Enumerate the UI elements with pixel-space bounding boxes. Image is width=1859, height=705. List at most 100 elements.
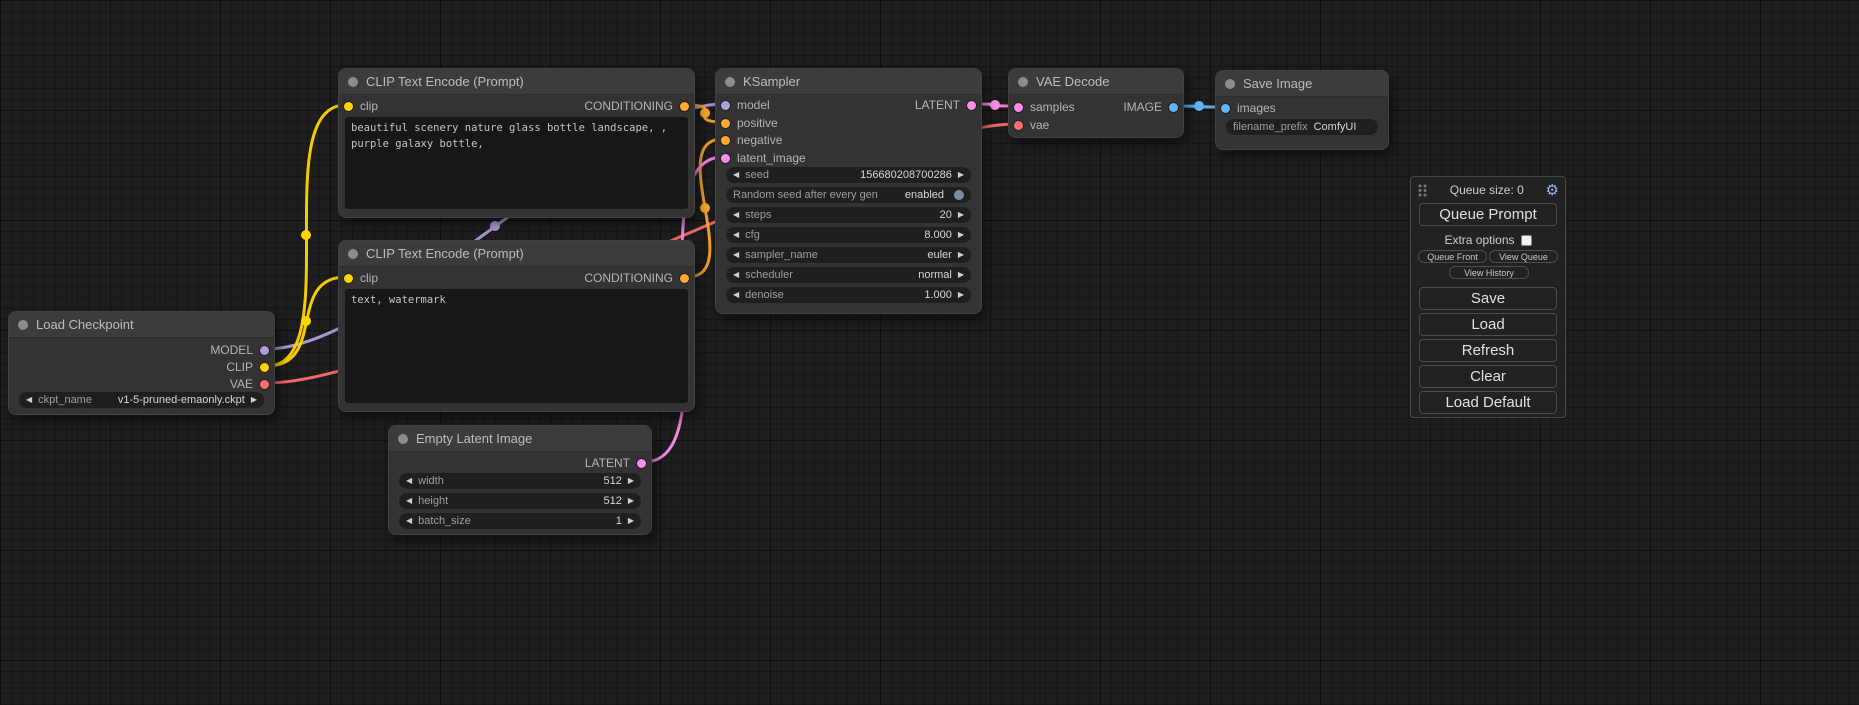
input-dot-negative[interactable] <box>721 136 730 145</box>
save-button[interactable]: Save <box>1419 287 1557 310</box>
output-dot-latent[interactable] <box>967 101 976 110</box>
widget-label: batch_size <box>418 515 471 527</box>
increment-arrow-icon[interactable]: ▶ <box>628 477 634 485</box>
input-slot-clip[interactable]: clip <box>344 270 378 286</box>
output-slot-image[interactable]: IMAGE <box>1123 99 1178 115</box>
output-slot-latent[interactable]: LATENT <box>585 455 646 471</box>
input-slot-positive[interactable]: positive <box>721 115 778 131</box>
input-dot-latent-image[interactable] <box>721 154 730 163</box>
widget-denoise[interactable]: ◀ denoise 1.000 ▶ <box>726 287 971 303</box>
prompt-textarea[interactable]: beautiful scenery nature glass bottle la… <box>345 117 688 209</box>
output-slot-latent[interactable]: LATENT <box>915 97 976 113</box>
decrement-arrow-icon[interactable]: ◀ <box>406 477 412 485</box>
queue-prompt-button[interactable]: Queue Prompt <box>1419 203 1557 226</box>
output-slot-conditioning[interactable]: CONDITIONING <box>584 98 689 114</box>
prev-arrow-icon[interactable]: ◀ <box>733 271 739 279</box>
widget-scheduler[interactable]: ◀ scheduler normal ▶ <box>726 267 971 283</box>
collapse-dot[interactable] <box>18 320 28 330</box>
output-dot-image[interactable] <box>1169 103 1178 112</box>
decrement-arrow-icon[interactable]: ◀ <box>733 291 739 299</box>
increment-arrow-icon[interactable]: ▶ <box>628 517 634 525</box>
input-slot-images[interactable]: images <box>1221 100 1276 116</box>
output-dot-conditioning[interactable] <box>680 102 689 111</box>
increment-arrow-icon[interactable]: ▶ <box>958 211 964 219</box>
input-dot-images[interactable] <box>1221 104 1230 113</box>
input-dot-positive[interactable] <box>721 119 730 128</box>
increment-arrow-icon[interactable]: ▶ <box>958 231 964 239</box>
node-ksampler[interactable]: KSampler model positive negative latent_… <box>715 68 982 314</box>
next-arrow-icon[interactable]: ▶ <box>958 251 964 259</box>
decrement-arrow-icon[interactable]: ◀ <box>406 517 412 525</box>
node-vae-decode[interactable]: VAE Decode samples vae IMAGE <box>1008 68 1184 138</box>
extra-options-checkbox[interactable] <box>1521 235 1532 246</box>
slot-label: negative <box>737 133 782 147</box>
input-dot-vae[interactable] <box>1014 121 1023 130</box>
settings-gear-icon[interactable]: ⚙ <box>1546 183 1559 198</box>
widget-filename-prefix[interactable]: filename_prefix ComfyUI <box>1226 119 1378 135</box>
node-save-image[interactable]: Save Image images filename_prefix ComfyU… <box>1215 70 1389 150</box>
load-button[interactable]: Load <box>1419 313 1557 336</box>
widget-batch-size[interactable]: ◀ batch_size 1 ▶ <box>399 513 641 529</box>
collapse-dot[interactable] <box>398 434 408 444</box>
widget-steps[interactable]: ◀ steps 20 ▶ <box>726 207 971 223</box>
widget-sampler-name[interactable]: ◀ sampler_name euler ▶ <box>726 247 971 263</box>
next-arrow-icon[interactable]: ▶ <box>251 396 257 404</box>
clear-button[interactable]: Clear <box>1419 365 1557 388</box>
node-load-checkpoint[interactable]: Load Checkpoint MODEL CLIP VAE ◀ ckpt_na… <box>8 311 275 415</box>
input-slot-negative[interactable]: negative <box>721 132 782 148</box>
increment-arrow-icon[interactable]: ▶ <box>958 291 964 299</box>
decrement-arrow-icon[interactable]: ◀ <box>406 497 412 505</box>
input-slot-latent-image[interactable]: latent_image <box>721 150 806 166</box>
output-slot-model[interactable]: MODEL <box>210 342 269 358</box>
queue-front-button[interactable]: Queue Front <box>1418 250 1487 263</box>
output-slot-clip[interactable]: CLIP <box>226 359 269 375</box>
widget-ckpt-name[interactable]: ◀ ckpt_name v1-5-pruned-emaonly.ckpt ▶ <box>19 392 264 408</box>
decrement-arrow-icon[interactable]: ◀ <box>733 231 739 239</box>
load-default-button[interactable]: Load Default <box>1419 391 1557 414</box>
output-dot-model[interactable] <box>260 346 269 355</box>
output-dot-vae[interactable] <box>260 380 269 389</box>
widget-value: ComfyUI <box>1314 121 1357 133</box>
widget-height[interactable]: ◀ height 512 ▶ <box>399 493 641 509</box>
output-dot-latent[interactable] <box>637 459 646 468</box>
input-dot-clip[interactable] <box>344 274 353 283</box>
node-clip-text-encode-negative[interactable]: CLIP Text Encode (Prompt) clip CONDITION… <box>338 240 695 412</box>
output-slot-conditioning[interactable]: CONDITIONING <box>584 270 689 286</box>
input-slot-model[interactable]: model <box>721 97 770 113</box>
decrement-arrow-icon[interactable]: ◀ <box>733 211 739 219</box>
input-slot-vae[interactable]: vae <box>1014 117 1049 133</box>
widget-seed[interactable]: ◀ seed 156680208700286 ▶ <box>726 167 971 183</box>
toggle-knob[interactable] <box>954 190 964 200</box>
prompt-textarea[interactable]: text, watermark <box>345 289 688 403</box>
view-queue-button[interactable]: View Queue <box>1489 250 1558 263</box>
output-dot-clip[interactable] <box>260 363 269 372</box>
collapse-dot[interactable] <box>1225 79 1235 89</box>
node-empty-latent-image[interactable]: Empty Latent Image LATENT ◀ width 512 ▶ … <box>388 425 652 535</box>
collapse-dot[interactable] <box>348 77 358 87</box>
node-clip-text-encode-positive[interactable]: CLIP Text Encode (Prompt) clip CONDITION… <box>338 68 695 218</box>
input-dot-model[interactable] <box>721 101 730 110</box>
collapse-dot[interactable] <box>348 249 358 259</box>
comfyui-node-canvas[interactable]: { "colors": { "model": "#B39DDB", "clip"… <box>0 0 1859 705</box>
node-title: Load Checkpoint <box>36 317 134 332</box>
input-dot-clip[interactable] <box>344 102 353 111</box>
prev-arrow-icon[interactable]: ◀ <box>26 396 32 404</box>
input-slot-clip[interactable]: clip <box>344 98 378 114</box>
increment-arrow-icon[interactable]: ▶ <box>628 497 634 505</box>
view-history-button[interactable]: View History <box>1449 266 1529 279</box>
widget-width[interactable]: ◀ width 512 ▶ <box>399 473 641 489</box>
input-slot-samples[interactable]: samples <box>1014 99 1075 115</box>
increment-arrow-icon[interactable]: ▶ <box>958 171 964 179</box>
output-dot-conditioning[interactable] <box>680 274 689 283</box>
widget-cfg[interactable]: ◀ cfg 8.000 ▶ <box>726 227 971 243</box>
widget-random-seed-toggle[interactable]: Random seed after every gen enabled <box>726 187 971 203</box>
collapse-dot[interactable] <box>1018 77 1028 87</box>
prev-arrow-icon[interactable]: ◀ <box>733 251 739 259</box>
input-dot-samples[interactable] <box>1014 103 1023 112</box>
collapse-dot[interactable] <box>725 77 735 87</box>
next-arrow-icon[interactable]: ▶ <box>958 271 964 279</box>
drag-handle-icon[interactable] <box>1417 183 1428 198</box>
refresh-button[interactable]: Refresh <box>1419 339 1557 362</box>
decrement-arrow-icon[interactable]: ◀ <box>733 171 739 179</box>
output-slot-vae[interactable]: VAE <box>230 376 269 392</box>
